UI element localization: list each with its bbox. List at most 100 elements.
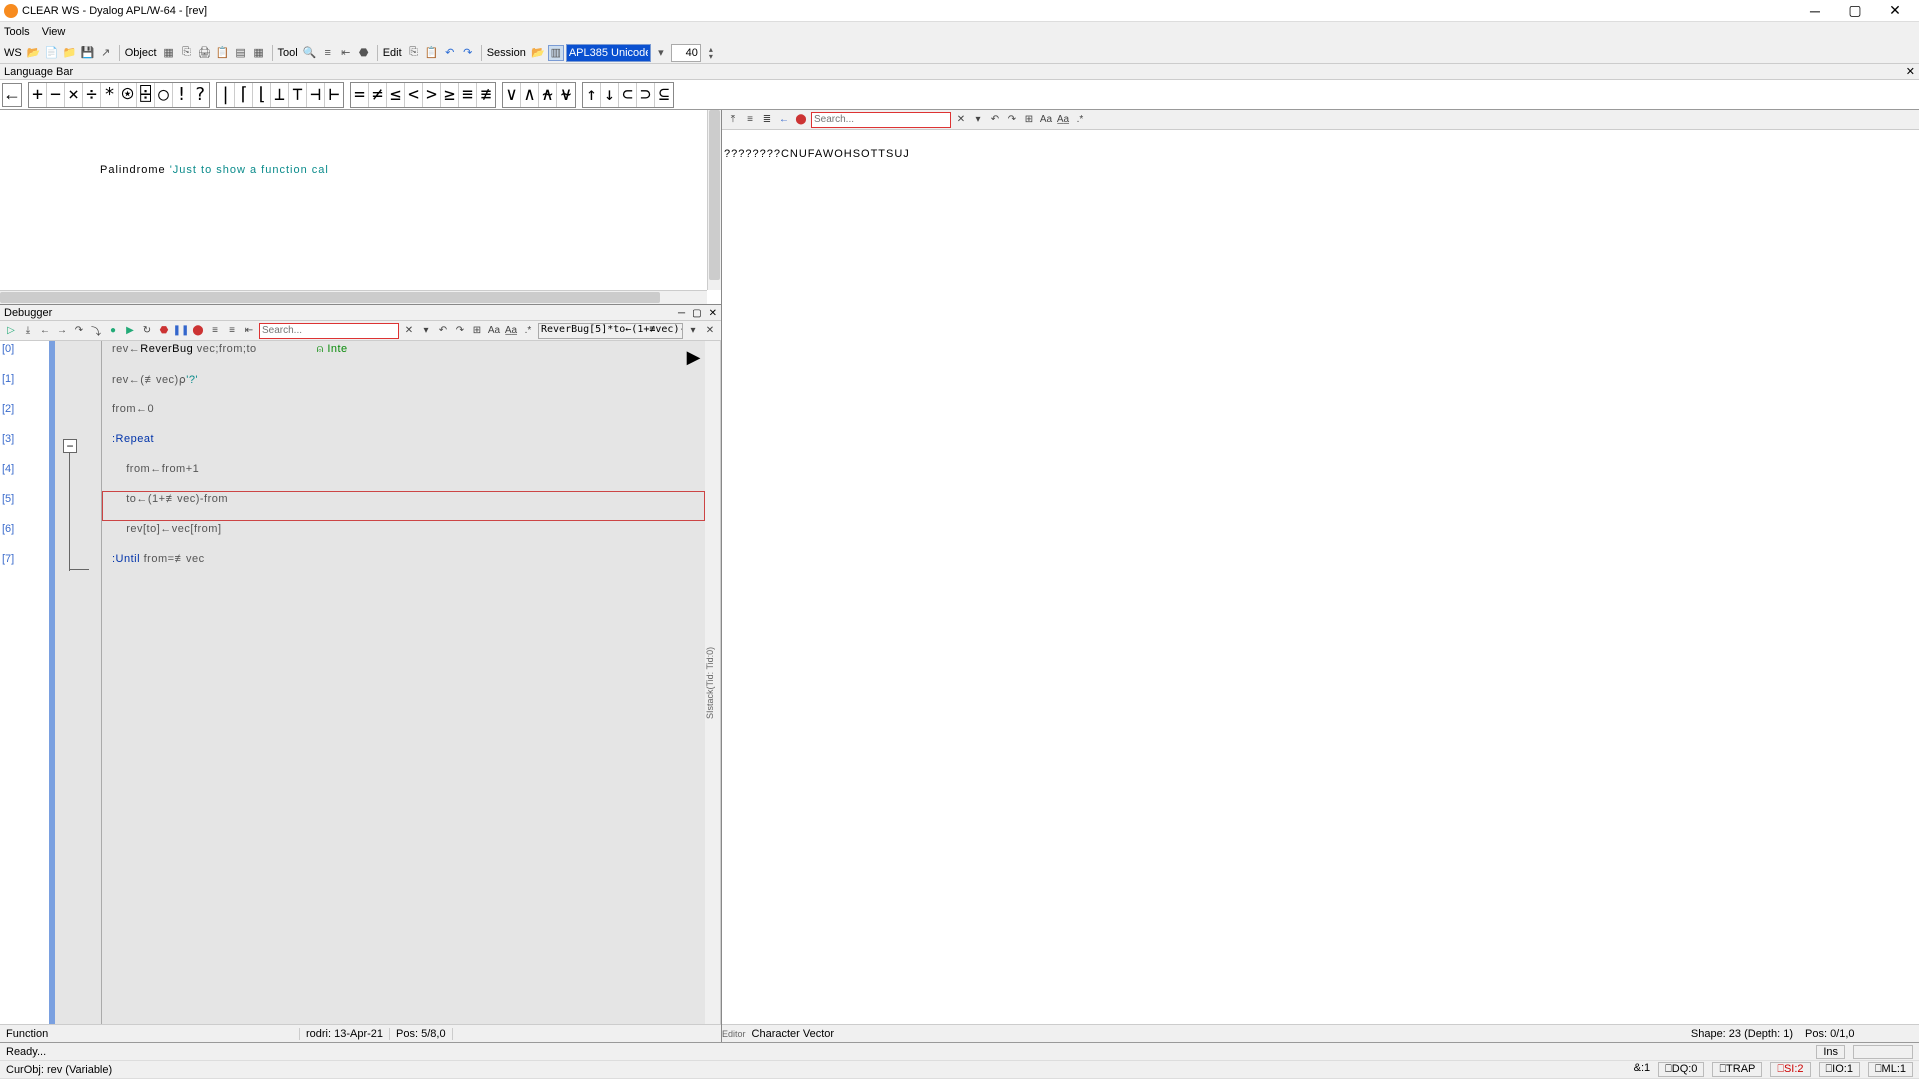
- menu-tools[interactable]: Tools: [4, 26, 30, 38]
- dbg-whole-icon[interactable]: A̲a̲: [504, 324, 518, 338]
- ed-search-drop-icon[interactable]: ▾: [971, 113, 985, 127]
- dbg-fwd-icon[interactable]: →: [55, 324, 69, 338]
- ed-list2-icon[interactable]: ≣: [760, 113, 774, 127]
- session-pane[interactable]: Palindrome 'Just to show a function cal: [0, 110, 721, 305]
- sym-decode[interactable]: ⊥: [271, 83, 289, 107]
- obj-doc-icon[interactable]: 📋: [215, 45, 231, 61]
- ed-case-icon[interactable]: Aa: [1039, 113, 1053, 127]
- fold-toggle-icon[interactable]: −: [63, 439, 77, 453]
- dbg-search-clear-icon[interactable]: ✕: [402, 324, 416, 338]
- sym-ge[interactable]: ≥: [441, 83, 459, 107]
- edit-paste-icon[interactable]: 📋: [424, 45, 440, 61]
- ws-save-icon[interactable]: 💾: [80, 45, 96, 61]
- debugger-search-input[interactable]: [259, 323, 399, 339]
- dbg-case-icon[interactable]: Aa: [487, 324, 501, 338]
- minimize-button[interactable]: ─: [1795, 0, 1835, 22]
- line-num[interactable]: [6]: [0, 523, 49, 553]
- sym-or[interactable]: ∨: [503, 83, 521, 107]
- debugger-close-icon[interactable]: ✕: [709, 308, 717, 319]
- tool-outdent-icon[interactable]: ⇤: [338, 45, 354, 61]
- font-select[interactable]: [566, 44, 651, 62]
- ed-regex-icon[interactable]: .*: [1073, 113, 1087, 127]
- font-size-input[interactable]: [671, 44, 701, 62]
- editor-search-input[interactable]: [811, 112, 951, 128]
- dbg-into-icon[interactable]: ⤵: [89, 324, 103, 338]
- line-num[interactable]: [7]: [0, 553, 49, 583]
- ed-find-prev-icon[interactable]: ↶: [988, 113, 1002, 127]
- dbg-search-drop-icon[interactable]: ▾: [419, 324, 433, 338]
- sym-stile[interactable]: |: [217, 83, 235, 107]
- font-dropdown-icon[interactable]: ▾: [653, 45, 669, 61]
- sym-subset[interactable]: ⊆: [655, 83, 673, 107]
- line-num[interactable]: [3]: [0, 433, 49, 463]
- sym-up[interactable]: ↑: [583, 83, 601, 107]
- sym-star[interactable]: *: [101, 83, 119, 107]
- ed-back-icon[interactable]: ←: [777, 113, 791, 127]
- undo-icon[interactable]: ↶: [442, 45, 458, 61]
- maximize-button[interactable]: ▢: [1835, 0, 1875, 22]
- sym-disclose[interactable]: ⊃: [637, 83, 655, 107]
- line-num[interactable]: [1]: [0, 373, 49, 403]
- dbg-over-icon[interactable]: ↷: [72, 324, 86, 338]
- obj-table-icon[interactable]: ▤: [233, 45, 249, 61]
- ws-load-icon[interactable]: 📂: [26, 45, 42, 61]
- line-num[interactable]: [5]: [0, 493, 49, 523]
- sym-righttack[interactable]: ⊢: [325, 83, 343, 107]
- menu-view[interactable]: View: [42, 26, 66, 38]
- close-button[interactable]: ✕: [1875, 0, 1915, 22]
- dbg-regex-icon[interactable]: .*: [521, 324, 535, 338]
- line-num[interactable]: [2]: [0, 403, 49, 433]
- edit-copy-icon[interactable]: ⎘: [406, 45, 422, 61]
- editor-body[interactable]: ????????CNUFAWOHSOTTSUJ: [722, 130, 1919, 1024]
- tool-stop-icon[interactable]: ⬣: [356, 45, 372, 61]
- redo-icon[interactable]: ↷: [460, 45, 476, 61]
- dbg-back-icon[interactable]: ←: [38, 324, 52, 338]
- dbg-run-icon[interactable]: ▷: [4, 324, 18, 338]
- dbg-step-icon[interactable]: ⤓: [21, 324, 35, 338]
- obj-print-icon[interactable]: 🖨: [197, 45, 213, 61]
- dbg-pause-icon[interactable]: ❚❚: [174, 324, 188, 338]
- sym-le[interactable]: ≤: [387, 83, 405, 107]
- line-num[interactable]: [4]: [0, 463, 49, 493]
- sym-and[interactable]: ∧: [521, 83, 539, 107]
- dbg-find-prev-icon[interactable]: ↶: [436, 324, 450, 338]
- tool-search-icon[interactable]: 🔍: [302, 45, 318, 61]
- dbg-break-icon[interactable]: ⬤: [191, 324, 205, 338]
- sym-bang[interactable]: !: [173, 83, 191, 107]
- sym-nor[interactable]: ⍱: [557, 83, 575, 107]
- language-bar-close-icon[interactable]: ✕: [1906, 65, 1915, 78]
- sym-lt[interactable]: <: [405, 83, 423, 107]
- ed-sort-icon[interactable]: ⤒: [726, 113, 740, 127]
- tool-list-icon[interactable]: ≡: [320, 45, 336, 61]
- ed-box-icon[interactable]: ⊞: [1022, 113, 1036, 127]
- session-hscroll[interactable]: [0, 290, 707, 304]
- font-size-spinner-icon[interactable]: ▴▾: [703, 45, 719, 61]
- dbg-cont-icon[interactable]: ●: [106, 324, 120, 338]
- ed-search-clear-icon[interactable]: ✕: [954, 113, 968, 127]
- dbg-box-icon[interactable]: ⊞: [470, 324, 484, 338]
- sym-down[interactable]: ↓: [601, 83, 619, 107]
- dbg-skip-icon[interactable]: ↻: [140, 324, 154, 338]
- debugger-min-icon[interactable]: ─: [678, 308, 685, 319]
- sym-floor[interactable]: ⌊: [253, 83, 271, 107]
- session-vscroll[interactable]: [707, 110, 721, 290]
- sym-ceil[interactable]: ⌈: [235, 83, 253, 107]
- line-num[interactable]: [0]: [0, 343, 49, 373]
- dbg-go-icon[interactable]: ▶: [123, 324, 137, 338]
- obj-copy-icon[interactable]: ⎘: [179, 45, 195, 61]
- sym-question[interactable]: ?: [191, 83, 209, 107]
- dbg-list2-icon[interactable]: ≡: [225, 324, 239, 338]
- dbg-find-next-icon[interactable]: ↷: [453, 324, 467, 338]
- session-load-icon[interactable]: 📂: [530, 45, 546, 61]
- sym-match[interactable]: ≡: [459, 83, 477, 107]
- dbg-loc-close-icon[interactable]: ✕: [703, 324, 717, 338]
- dbg-loc-drop-icon[interactable]: ▾: [686, 324, 700, 338]
- dbg-stop-icon[interactable]: ⬣: [157, 324, 171, 338]
- code-area[interactable]: ▶ rev←ReverBug vec;from;to⍝ Inte rev←(≢v…: [102, 341, 705, 1024]
- debugger-max-icon[interactable]: ▢: [692, 308, 701, 319]
- debugger-location[interactable]: ReverBug[5]*to←(1+≢vec)-from: [538, 323, 683, 339]
- sym-domino[interactable]: ⌹: [137, 83, 155, 107]
- lang-back-button[interactable]: ←: [2, 83, 22, 107]
- sym-divide[interactable]: ÷: [83, 83, 101, 107]
- ed-find-next-icon[interactable]: ↷: [1005, 113, 1019, 127]
